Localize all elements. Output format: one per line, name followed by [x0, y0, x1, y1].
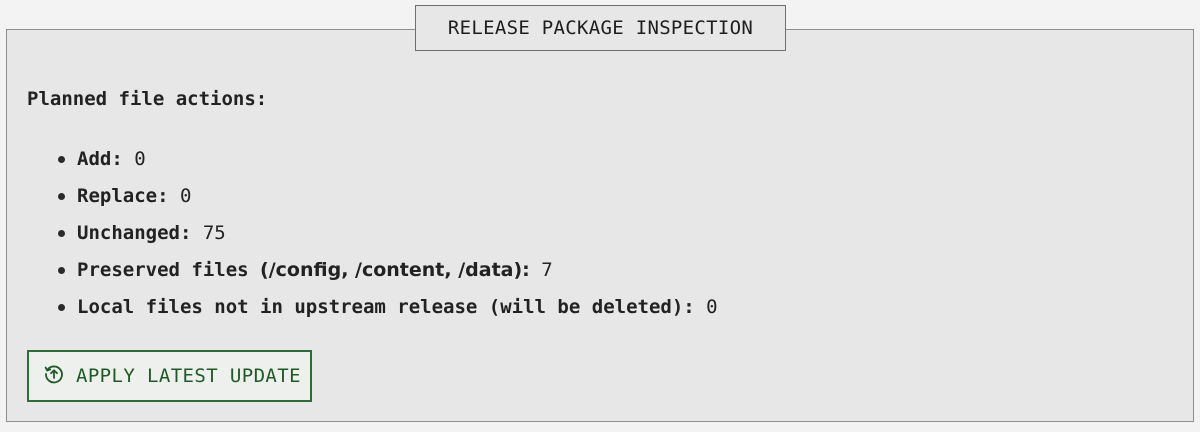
action-label: Add: [77, 148, 123, 170]
bullet-icon [58, 230, 65, 237]
list-item-unchanged: Unchanged: 75 [0, 215, 1190, 252]
action-value: 75 [202, 222, 226, 244]
action-label: Unchanged: [77, 222, 192, 244]
bullet-icon [58, 267, 65, 274]
bullet-icon [58, 304, 65, 311]
list-item-replace: Replace: 0 [0, 178, 1190, 215]
action-value: 7 [541, 259, 553, 281]
action-value: 0 [134, 148, 146, 170]
apply-button-label: APPLY LATEST UPDATE [76, 365, 301, 387]
preserved-paths: (/config, /content, /data): [260, 259, 530, 281]
action-value: 0 [179, 185, 192, 207]
list-item-add: Add: 0 [0, 141, 1190, 178]
action-value: 0 [706, 296, 718, 318]
planned-actions-heading: Planned file actions: [27, 88, 268, 110]
apply-latest-update-button[interactable]: APPLY LATEST UPDATE [27, 350, 312, 402]
list-item-local-deleted: Local files not in upstream release (wil… [0, 289, 1190, 326]
bullet-icon [58, 193, 65, 200]
list-item-preserved: Preserved files (/config, /content, /dat… [0, 252, 1190, 289]
planned-actions-list: Add: 0 Replace: 0 Unchanged: 75 Preserve… [0, 141, 1190, 326]
action-label: Preserved files [77, 259, 249, 281]
panel-title-text: RELEASE PACKAGE INSPECTION [447, 17, 754, 39]
action-label: Local files not in upstream release (wil… [77, 296, 695, 318]
action-label: Replace: [77, 185, 169, 207]
circle-arrow-up-icon [44, 364, 64, 389]
bullet-icon [58, 156, 65, 163]
panel-title: RELEASE PACKAGE INSPECTION [415, 5, 786, 51]
